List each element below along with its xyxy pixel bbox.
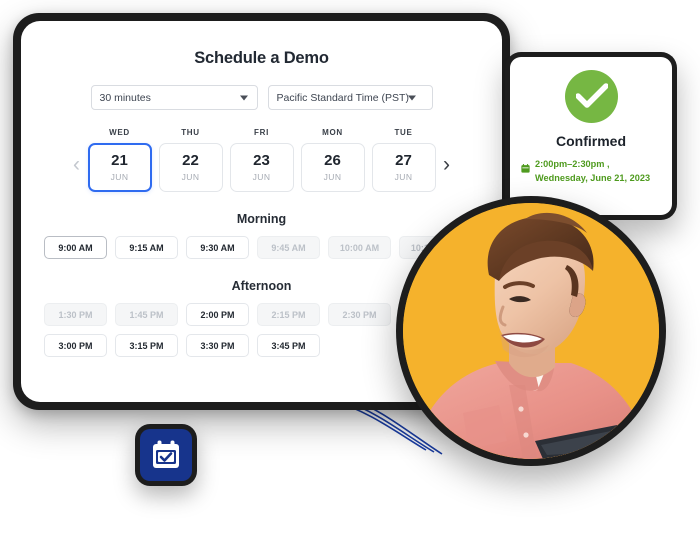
chevron-down-icon bbox=[239, 95, 248, 100]
time-slot-disabled: 1:30 PM bbox=[44, 303, 107, 326]
date-card[interactable]: 26 JUN bbox=[300, 143, 365, 192]
time-slot[interactable]: 9:15 AM bbox=[115, 236, 178, 259]
check-circle-icon bbox=[564, 70, 618, 123]
date-picker: ‹ WED 21 JUN THU 22 JUN FRI 23 JUN MON 2… bbox=[21, 128, 502, 192]
confirmation-time-range: 2:00pm–2:30pm , bbox=[535, 159, 610, 169]
date-month: JUN bbox=[394, 171, 413, 182]
prev-week-chevron-icon[interactable]: ‹ bbox=[66, 154, 88, 192]
portrait-frame bbox=[396, 196, 666, 466]
date-weekday: THU bbox=[181, 128, 200, 137]
time-slot-disabled: 9:45 AM bbox=[257, 236, 320, 259]
duration-select[interactable]: 30 minutes bbox=[90, 85, 258, 110]
date-option[interactable]: MON 26 JUN bbox=[300, 128, 365, 192]
date-weekday: TUE bbox=[394, 128, 413, 137]
date-list: WED 21 JUN THU 22 JUN FRI 23 JUN MON 26 … bbox=[87, 128, 436, 192]
date-day: 22 bbox=[182, 152, 199, 170]
time-slot-disabled: 1:45 PM bbox=[115, 303, 178, 326]
confirmation-title: Confirmed bbox=[556, 133, 626, 149]
timezone-select[interactable]: Pacific Standard Time (PST) bbox=[267, 85, 433, 110]
confirmation-card: Confirmed 2:00pm–2:30pm , Wednesday, Jun… bbox=[510, 57, 672, 215]
date-weekday: MON bbox=[322, 128, 343, 137]
time-slot-disabled: 10:00 AM bbox=[328, 236, 391, 259]
next-week-chevron-icon[interactable]: › bbox=[436, 154, 458, 192]
time-slot-disabled: 2:30 PM bbox=[328, 303, 391, 326]
chevron-down-icon bbox=[407, 95, 416, 100]
person-portrait bbox=[403, 203, 659, 459]
date-day: 21 bbox=[111, 152, 128, 170]
morning-heading: Morning bbox=[236, 212, 287, 226]
filters-row: 30 minutes Pacific Standard Time (PST) bbox=[21, 85, 502, 110]
timezone-select-value: Pacific Standard Time (PST) bbox=[276, 91, 409, 104]
date-day: 27 bbox=[395, 152, 412, 170]
time-slot[interactable]: 3:30 PM bbox=[186, 334, 249, 357]
date-month: JUN bbox=[252, 171, 271, 182]
calendar-app-icon-frame bbox=[135, 424, 197, 486]
confirmation-window-frame: Confirmed 2:00pm–2:30pm , Wednesday, Jun… bbox=[505, 52, 677, 220]
date-option[interactable]: TUE 27 JUN bbox=[371, 128, 436, 192]
time-slot[interactable]: 2:00 PM bbox=[186, 303, 249, 326]
date-day: 23 bbox=[253, 152, 270, 170]
confirmation-text-block: 2:00pm–2:30pm , Wednesday, June 21, 2023 bbox=[535, 158, 650, 186]
time-slot-disabled: 2:15 PM bbox=[257, 303, 320, 326]
page-title: Schedule a Demo bbox=[194, 49, 329, 67]
time-slot[interactable]: 3:45 PM bbox=[257, 334, 320, 357]
date-card[interactable]: 27 JUN bbox=[371, 143, 436, 192]
date-month: JUN bbox=[323, 171, 342, 182]
date-option[interactable]: WED 21 JUN bbox=[87, 128, 152, 192]
confirmation-detail: 2:00pm–2:30pm , Wednesday, June 21, 2023 bbox=[510, 158, 672, 186]
date-card[interactable]: 22 JUN bbox=[158, 143, 223, 192]
calendar-check-icon[interactable] bbox=[140, 429, 192, 481]
date-option[interactable]: THU 22 JUN bbox=[158, 128, 223, 192]
date-weekday: WED bbox=[109, 128, 130, 137]
time-slot[interactable]: 3:15 PM bbox=[115, 334, 178, 357]
confirmation-date: Wednesday, June 21, 2023 bbox=[535, 172, 651, 183]
time-slot[interactable]: 3:00 PM bbox=[44, 334, 107, 357]
date-option[interactable]: FRI 23 JUN bbox=[229, 128, 294, 192]
time-slot[interactable]: 9:30 AM bbox=[186, 236, 249, 259]
date-day: 26 bbox=[324, 152, 341, 170]
date-card[interactable]: 23 JUN bbox=[229, 143, 294, 192]
illustration-stage: Schedule a Demo 30 minutes Pacific Stand… bbox=[0, 0, 700, 553]
calendar-icon bbox=[521, 160, 530, 178]
date-month: JUN bbox=[181, 171, 200, 182]
date-weekday: FRI bbox=[254, 128, 269, 137]
date-month: JUN bbox=[110, 171, 129, 182]
time-slot[interactable]: 9:00 AM bbox=[44, 236, 107, 259]
duration-select-value: 30 minutes bbox=[99, 91, 151, 104]
date-card-selected[interactable]: 21 JUN bbox=[87, 143, 152, 192]
